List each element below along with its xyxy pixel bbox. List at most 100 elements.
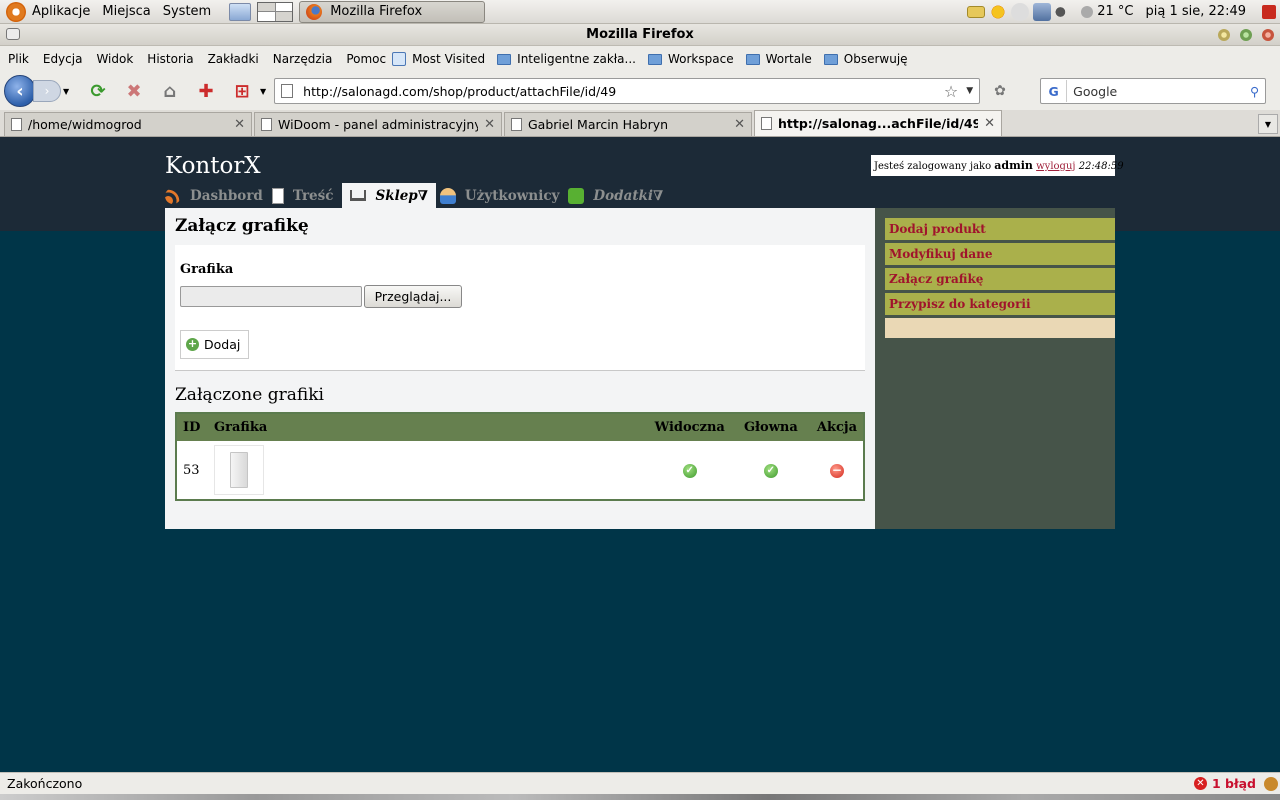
login-info: Jesteś zalogowany jako admin wyloguj 22:… bbox=[871, 155, 1124, 176]
nav-dashbord[interactable]: Dashbord bbox=[165, 183, 268, 208]
col-main: Głowna bbox=[730, 413, 811, 441]
layout-grid-icon[interactable]: ⊞ bbox=[230, 79, 254, 103]
update-notifier-icon[interactable] bbox=[989, 2, 1008, 21]
col-action: Akcja bbox=[810, 413, 864, 441]
search-box[interactable]: G Google ⚲ bbox=[1040, 78, 1267, 104]
toolbar-dropdown-icon[interactable]: ▼ bbox=[260, 87, 266, 96]
cms-nav: Dashbord Treść Sklep∇ Użytkownicy Dodatk… bbox=[165, 183, 672, 208]
tab-home-widmogrod[interactable]: /home/widmogrod ✕ bbox=[4, 112, 252, 136]
tab-gabriel[interactable]: Gabriel Marcin Habryn ✕ bbox=[504, 112, 752, 136]
close-window-button[interactable] bbox=[1262, 29, 1274, 41]
close-tab-icon[interactable]: ✕ bbox=[734, 117, 745, 132]
sidebar-item-attach-image[interactable]: Załącz grafikę bbox=[885, 268, 1115, 290]
add-button[interactable]: + Dodaj bbox=[180, 330, 249, 359]
col-visible: Widoczna bbox=[648, 413, 731, 441]
delete-icon[interactable]: − bbox=[829, 463, 844, 478]
power-icon[interactable] bbox=[1262, 4, 1276, 19]
main-check-icon[interactable]: ✓ bbox=[763, 464, 778, 478]
gnome-top-panel: Aplikacje Miejsca System Mozilla Firefox… bbox=[0, 0, 1280, 24]
notes-icon[interactable] bbox=[967, 5, 986, 18]
error-icon: ✕ bbox=[1193, 777, 1207, 790]
menu-view[interactable]: Widok bbox=[96, 52, 133, 66]
url-dropdown-icon[interactable]: ▼ bbox=[966, 86, 973, 96]
minimize-button[interactable] bbox=[1218, 29, 1230, 41]
status-bar: Zakończono ✕ 1 błąd bbox=[0, 772, 1280, 794]
sidebar-item-assign-category[interactable]: Przypisz do kategorii bbox=[885, 293, 1115, 315]
workspace-switcher[interactable] bbox=[257, 1, 294, 22]
cart-icon bbox=[350, 190, 367, 201]
bookmark-smart[interactable]: Inteligentne zakła... bbox=[497, 52, 636, 66]
tab-salonagd[interactable]: http://salonag...achFile/id/49 ✕ bbox=[754, 110, 1002, 136]
close-tab-icon[interactable]: ✕ bbox=[234, 117, 245, 132]
upload-form: Grafika Przeglądaj... + Dodaj bbox=[175, 245, 865, 371]
file-path-input[interactable] bbox=[180, 286, 362, 307]
bookmark-star-icon[interactable]: ☆ bbox=[944, 82, 958, 101]
maximize-button[interactable] bbox=[1240, 29, 1252, 41]
navigation-toolbar: ‹ › ▼ ⟳ ✖ ⌂ ✚ ⊞ ▼ http://salonagd.com/sh… bbox=[0, 72, 1280, 110]
sidebar-item-add-product[interactable]: Dodaj produkt bbox=[885, 218, 1115, 240]
search-icon[interactable]: ⚲ bbox=[1250, 84, 1259, 99]
menu-bookmarks[interactable]: Zakładki bbox=[208, 52, 259, 66]
search-input[interactable]: Google bbox=[1073, 84, 1117, 99]
visible-check-icon[interactable]: ✓ bbox=[682, 464, 697, 478]
menu-bar: Plik Edycja Widok Historia Zakładki Narz… bbox=[0, 46, 1280, 72]
nav-uzytkownicy[interactable]: Użytkownicy bbox=[439, 183, 565, 208]
tab-list-button[interactable]: ▼ bbox=[1258, 114, 1278, 134]
weather-applet[interactable]: 21 °C bbox=[1075, 0, 1139, 24]
volume-icon[interactable] bbox=[1055, 2, 1074, 21]
taskbar-firefox-button[interactable]: Mozilla Firefox bbox=[299, 0, 486, 23]
menu-tools[interactable]: Narzędzia bbox=[273, 52, 333, 66]
page-icon bbox=[11, 118, 22, 131]
browse-button[interactable]: Przeglądaj... bbox=[364, 285, 462, 308]
network-indicator-icon[interactable] bbox=[1011, 2, 1030, 21]
nav-dodatki[interactable]: Dodatki∇ bbox=[568, 183, 668, 208]
menu-edit[interactable]: Edycja bbox=[43, 52, 83, 66]
col-id: ID bbox=[176, 413, 208, 441]
url-text[interactable]: http://salonagd.com/shop/product/attachF… bbox=[303, 84, 944, 99]
image-thumbnail[interactable] bbox=[214, 445, 264, 495]
site-title[interactable]: KontorX bbox=[165, 153, 261, 179]
tab-widoom[interactable]: WiDoom - panel administracyjny ✕ bbox=[254, 112, 502, 136]
error-indicator[interactable]: ✕ 1 błąd bbox=[1193, 776, 1256, 791]
close-tab-icon[interactable]: ✕ bbox=[984, 116, 995, 131]
addon-status-icon[interactable] bbox=[1264, 776, 1278, 791]
bottom-panel-strip bbox=[0, 794, 1280, 800]
places-menu[interactable]: Miejsca bbox=[96, 0, 156, 24]
webdev-toolbar-icon[interactable]: ✚ bbox=[194, 79, 218, 103]
menu-history[interactable]: Historia bbox=[147, 52, 193, 66]
nav-tresc[interactable]: Treść bbox=[271, 183, 339, 208]
reload-icon[interactable]: ⟳ bbox=[86, 79, 110, 103]
folder-icon bbox=[745, 53, 760, 65]
bookmark-workspace[interactable]: Workspace bbox=[647, 52, 734, 66]
history-dropdown-icon[interactable]: ▼ bbox=[63, 87, 69, 96]
bookmark-wortale[interactable]: Wortale bbox=[745, 52, 812, 66]
system-menu[interactable]: System bbox=[157, 0, 217, 24]
bookmark-most-visited[interactable]: Most Visited bbox=[392, 52, 485, 66]
clock-applet[interactable]: pią 1 sie, 22:49 bbox=[1140, 0, 1252, 24]
page-icon bbox=[511, 118, 522, 131]
rss-icon bbox=[165, 187, 181, 204]
close-tab-icon[interactable]: ✕ bbox=[484, 117, 495, 132]
folder-icon bbox=[823, 53, 838, 65]
google-engine-icon[interactable]: G bbox=[1041, 80, 1068, 102]
puzzle-icon bbox=[568, 187, 585, 204]
applications-menu[interactable]: Aplikacje bbox=[0, 0, 96, 24]
nav-sklep[interactable]: Sklep∇ bbox=[342, 183, 436, 208]
sidebar-item-modify[interactable]: Modyfikuj dane bbox=[885, 243, 1115, 265]
back-button[interactable]: ‹ bbox=[4, 75, 36, 107]
logout-link[interactable]: wyloguj bbox=[1036, 161, 1075, 172]
addon-icon[interactable]: ✿ bbox=[994, 82, 1012, 100]
attached-heading: Załączone grafiki bbox=[175, 385, 324, 405]
bookmark-obserwuje[interactable]: Obserwuję bbox=[823, 52, 908, 66]
home-icon[interactable]: ⌂ bbox=[158, 79, 182, 103]
page-icon bbox=[761, 117, 772, 130]
network-manager-icon[interactable] bbox=[1033, 2, 1052, 21]
menu-file[interactable]: Plik bbox=[8, 52, 29, 66]
menu-help[interactable]: Pomoc bbox=[346, 52, 386, 66]
stop-icon[interactable]: ✖ bbox=[122, 79, 146, 103]
show-desktop-icon[interactable] bbox=[229, 2, 252, 21]
forward-button[interactable]: › bbox=[33, 80, 61, 102]
window-menu-button[interactable] bbox=[6, 28, 20, 40]
url-bar[interactable]: http://salonagd.com/shop/product/attachF… bbox=[274, 78, 981, 104]
washing-machine-thumbnail bbox=[230, 452, 248, 488]
